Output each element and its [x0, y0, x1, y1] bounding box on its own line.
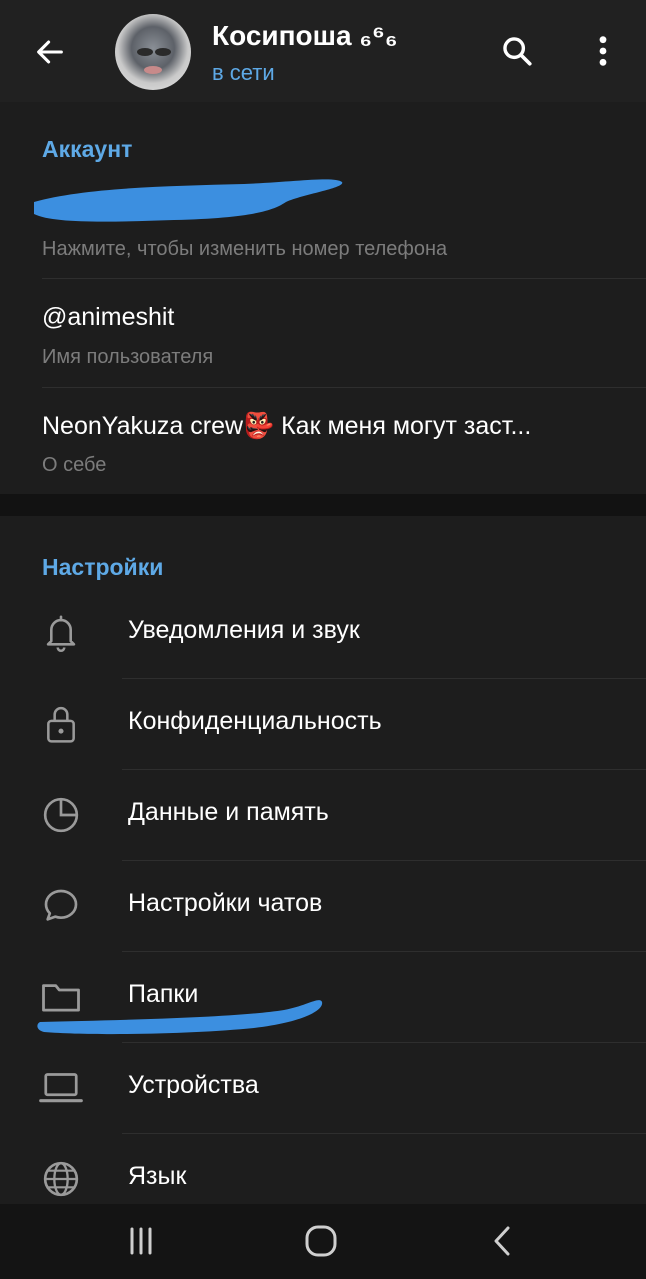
settings-item-privacy[interactable]: Конфиденциальность [0, 679, 646, 769]
bell-icon [38, 610, 84, 656]
online-status: в сети [212, 60, 275, 85]
search-icon [503, 37, 532, 66]
nav-back-icon [494, 1226, 510, 1256]
avatar-eye [137, 48, 153, 56]
account-section: Аккаунт Нажмите, чтобы изменить номер те… [0, 102, 646, 494]
back-button[interactable] [24, 26, 76, 78]
search-button[interactable] [494, 28, 540, 74]
bio-row[interactable]: NeonYakuza crew👺 Как меня могут заст... … [0, 388, 646, 494]
settings-item-notifications[interactable]: Уведомления и звук [0, 588, 646, 678]
top-app-bar: Косипоша ₆⁶₆ в сети [0, 0, 646, 102]
settings-item-label: Устройства [128, 1071, 259, 1099]
globe-icon [38, 1156, 84, 1202]
lock-icon [38, 701, 84, 747]
home-button[interactable] [291, 1218, 351, 1264]
phone-hint: Нажмите, чтобы изменить номер телефона [42, 238, 448, 260]
section-gap [0, 494, 646, 516]
chat-bubble-icon [38, 883, 84, 929]
settings-item-devices[interactable]: Устройства [0, 1043, 646, 1133]
settings-item-folders[interactable]: Папки [0, 952, 646, 1042]
settings-section: Настройки Уведомления и звук Конфиденциа… [0, 516, 646, 1204]
settings-item-label: Настройки чатов [128, 889, 323, 917]
home-icon [305, 1225, 337, 1257]
settings-item-label: Папки [128, 980, 199, 1008]
username-value: @animeshit [42, 303, 175, 331]
username-row[interactable]: @animeshit Имя пользователя [0, 279, 646, 387]
username-hint: Имя пользователя [42, 346, 214, 368]
bio-value: NeonYakuza crew👺 Как меня могут заст... [42, 412, 532, 440]
settings-item-label: Конфиденциальность [128, 707, 382, 735]
phone-row[interactable]: Нажмите, чтобы изменить номер телефона [0, 160, 646, 278]
settings-item-data[interactable]: Данные и память [0, 770, 646, 860]
bio-hint: О себе [42, 454, 107, 476]
folder-icon [38, 974, 84, 1020]
settings-item-label: Язык [128, 1162, 187, 1190]
more-button[interactable] [580, 28, 626, 74]
avatar[interactable] [115, 14, 191, 90]
settings-item-label: Уведомления и звук [128, 616, 360, 644]
system-navigation-bar [0, 1204, 646, 1279]
avatar-mouth [144, 66, 162, 74]
recents-button[interactable] [111, 1218, 171, 1264]
more-vertical-icon [599, 36, 607, 66]
contact-name: Косипоша ₆⁶₆ [212, 20, 398, 51]
nav-back-button[interactable] [472, 1218, 532, 1264]
recents-icon [130, 1227, 152, 1255]
avatar-eye [155, 48, 171, 56]
settings-section-title: Настройки [42, 554, 164, 580]
account-section-title: Аккаунт [42, 136, 133, 162]
arrow-left-icon [37, 40, 63, 64]
pie-chart-icon [38, 792, 84, 838]
settings-item-chats[interactable]: Настройки чатов [0, 861, 646, 951]
settings-item-label: Данные и память [128, 798, 329, 826]
laptop-icon [38, 1065, 84, 1111]
